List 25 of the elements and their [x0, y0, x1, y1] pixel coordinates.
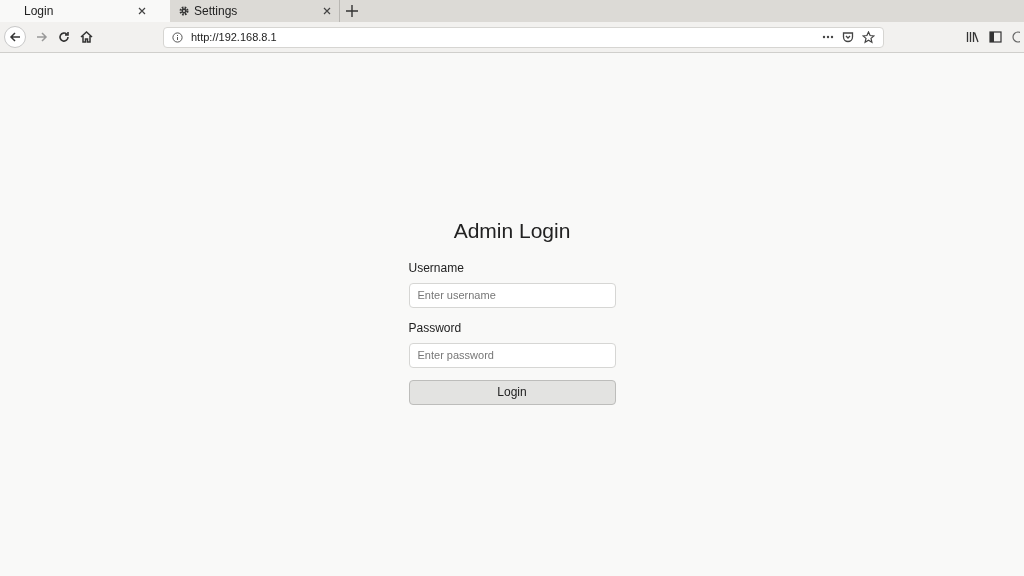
tab-title: Settings: [194, 3, 239, 20]
input-field[interactable]: Enter password: [408, 342, 616, 368]
field-label: Username: [408, 259, 465, 277]
new-tab-icon[interactable]: [346, 5, 358, 17]
reload-icon[interactable]: [58, 31, 70, 43]
field-label: Password: [408, 319, 463, 337]
login-button[interactable]: Login: [408, 379, 616, 405]
gear-icon: [178, 5, 190, 17]
url-text: http://192.168.8.1: [191, 29, 277, 45]
back-button[interactable]: [4, 26, 26, 48]
library-icon[interactable]: [966, 31, 979, 43]
browser-tab[interactable]: Login: [0, 0, 170, 22]
close-icon[interactable]: [138, 7, 146, 15]
home-icon[interactable]: [80, 31, 93, 43]
form-title: Admin Login: [452, 218, 572, 244]
sidebar-icon[interactable]: [989, 31, 1002, 43]
back-arrow-icon: [9, 31, 21, 43]
close-icon[interactable]: [323, 7, 331, 15]
info-icon[interactable]: [172, 31, 183, 43]
input-field[interactable]: Enter username: [408, 282, 616, 308]
more-dots-icon[interactable]: [822, 35, 834, 39]
star-icon[interactable]: [862, 30, 875, 44]
tab-title: Login: [24, 3, 55, 20]
address-bar[interactable]: http://192.168.8.1: [163, 26, 884, 48]
pocket-icon[interactable]: [842, 31, 854, 43]
